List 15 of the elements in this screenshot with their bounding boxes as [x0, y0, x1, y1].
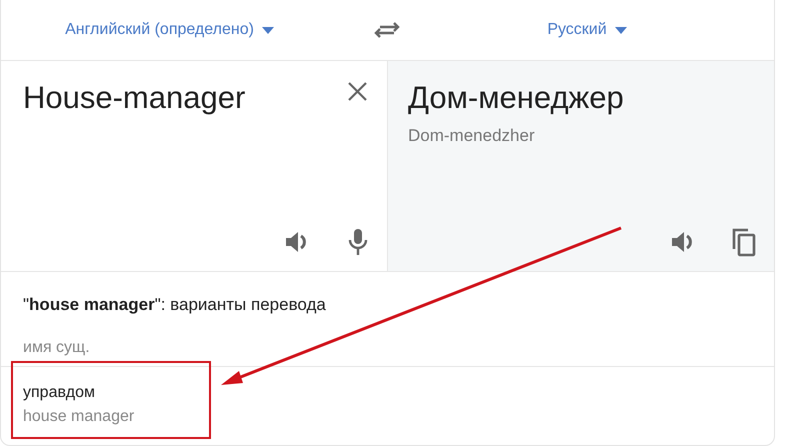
source-language-dropdown[interactable]: Английский (определено): [65, 18, 274, 42]
target-language-dropdown[interactable]: Русский: [547, 18, 627, 42]
entry-back-translation: house manager: [23, 406, 136, 426]
dictionary-heading: "house manager": варианты перевода: [23, 294, 327, 316]
copy-icon[interactable]: [731, 227, 757, 257]
transliteration-text: Dom-menedzher: [408, 125, 535, 147]
translation-text: Дом-менеджер: [408, 79, 624, 117]
caret-icon: [614, 26, 627, 34]
swap-icon[interactable]: [374, 21, 400, 39]
entry-word: управдом: [23, 382, 96, 402]
part-of-speech-label: имя сущ.: [23, 338, 91, 358]
microphone-icon[interactable]: [348, 228, 368, 256]
caret-icon: [262, 26, 274, 34]
close-icon[interactable]: [347, 81, 368, 102]
source-text[interactable]: House-manager: [23, 75, 246, 122]
